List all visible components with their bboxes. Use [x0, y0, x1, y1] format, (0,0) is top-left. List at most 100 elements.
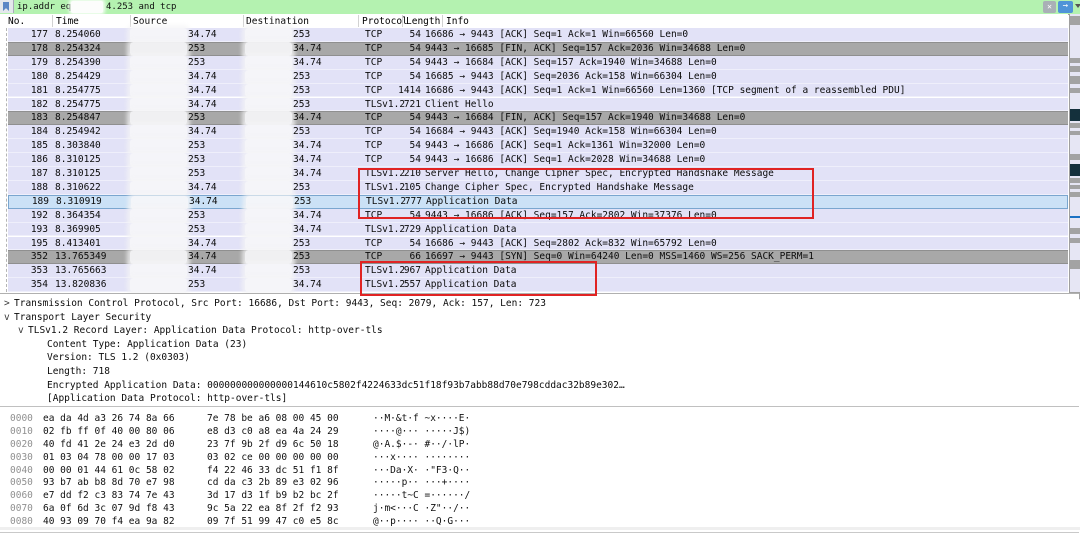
packet-no: 180	[8, 70, 48, 84]
column-header-time[interactable]: Time	[56, 15, 79, 28]
packet-no: 352	[8, 250, 48, 264]
detail-row[interactable]: vTLSv1.2 Record Layer: Application Data …	[0, 324, 1079, 338]
packet-info: 16686 → 9443 [ACK] Seq=1 Ack=1 Win=66560…	[425, 28, 688, 42]
packet-info: Application Data	[426, 196, 518, 208]
hex-offset: 0030	[10, 452, 33, 465]
packet-row[interactable]: 1828.25477534.74253TLSv1.2721Client Hell…	[8, 98, 1068, 112]
destination-redaction-box	[246, 196, 293, 210]
packet-info: 9443 → 16686 [ACK] Seq=157 Ack=2802 Win=…	[425, 209, 717, 223]
packet-row[interactable]: 35313.76566334.74253TLSv1.2967Applicatio…	[8, 264, 1068, 278]
packet-row[interactable]: 1788.25432425334.74TCP549443 → 16685 [FI…	[8, 42, 1068, 56]
filter-clear-button[interactable]: ✕	[1043, 1, 1056, 13]
hex-bytes-left: ea da 4d a3 26 74 8a 66	[43, 413, 175, 426]
scrollbar-packet-stripe	[1070, 192, 1080, 197]
filter-text-prefix[interactable]: ip.addr eq	[17, 1, 71, 13]
detail-row[interactable]: >Transmission Control Protocol, Src Port…	[0, 297, 1079, 311]
hex-ascii: j·m<···C ·Z"··/··	[373, 503, 470, 516]
packet-row[interactable]: 35213.76534934.74253TCP6616697 → 9443 [S…	[8, 250, 1068, 264]
packet-row[interactable]: 1888.31062234.74253TLSv1.2105Change Ciph…	[8, 181, 1068, 195]
packet-protocol: TCP	[365, 70, 382, 84]
detail-row[interactable]: vTransport Layer Security	[0, 311, 1079, 325]
hex-bytes-right: 9c 5a 22 ea 8f 2f f2 93	[207, 503, 339, 516]
packet-no: 187	[8, 167, 48, 181]
hex-offset: 0040	[10, 465, 33, 478]
scrollbar-packet-stripe	[1070, 76, 1080, 84]
filter-dropdown-caret-icon[interactable]	[1075, 4, 1080, 8]
hex-ascii: @·A.$·-· #··/·lP·	[373, 439, 470, 452]
packet-no: 182	[8, 98, 48, 112]
detail-row[interactable]: Version: TLS 1.2 (0x0303)	[0, 351, 1079, 365]
column-header-info[interactable]: Info	[446, 15, 469, 28]
hex-offset: 0060	[10, 490, 33, 503]
column-header-length[interactable]: Length	[406, 15, 440, 28]
column-header-source[interactable]: Source	[133, 15, 167, 28]
packet-row[interactable]: 1798.25439025334.74TCP549443 → 16684 [AC…	[8, 56, 1068, 70]
scrollbar-packet-stripe	[1070, 66, 1080, 72]
packet-time: 8.254775	[55, 84, 101, 98]
packet-no: 177	[8, 28, 48, 42]
column-header-protocol[interactable]: Protocol	[362, 15, 408, 28]
packet-row[interactable]: 1958.41340134.74253TCP5416686 → 9443 [AC…	[8, 237, 1068, 251]
packet-row[interactable]: 1938.36990525334.74TLSv1.2729Application…	[8, 223, 1068, 237]
packet-destination: 253	[293, 237, 310, 251]
packet-destination: 253	[293, 28, 310, 42]
hex-row[interactable]: 004000 00 01 44 61 0c 58 02f4 22 46 33 d…	[0, 465, 1079, 478]
detail-row[interactable]: Encrypted Application Data: 000000000000…	[0, 379, 1079, 393]
packet-row[interactable]: 1838.25484725334.74TCP549443 → 16684 [FI…	[8, 111, 1068, 125]
packet-row[interactable]: 35413.82083625334.74TLSv1.2557Applicatio…	[8, 278, 1068, 292]
packet-source: 34.74	[188, 98, 217, 112]
packet-row[interactable]: 1928.36435425334.74TCP549443 → 16686 [AC…	[8, 209, 1068, 223]
packet-row[interactable]: 1778.25406034.74253TCP5416686 → 9443 [AC…	[8, 28, 1068, 42]
hex-row[interactable]: 002040 fd 41 2e 24 e3 2d d023 7f 9b 2f d…	[0, 439, 1079, 452]
detail-row[interactable]: Content Type: Application Data (23)	[0, 338, 1079, 352]
collapsed-arrow-icon[interactable]: >	[4, 297, 10, 311]
filter-bookmark-button[interactable]	[0, 0, 14, 13]
column-separator	[442, 15, 443, 27]
packet-destination: 253	[294, 196, 311, 208]
packet-row[interactable]: 1878.31012525334.74TLSv1.2210Server Hell…	[8, 167, 1068, 181]
column-separator	[130, 15, 131, 27]
destination-redaction-box	[245, 111, 292, 125]
hex-row[interactable]: 003001 03 04 78 00 00 17 0303 02 ce 00 0…	[0, 452, 1079, 465]
column-header-destination[interactable]: Destination	[246, 15, 309, 28]
hex-row[interactable]: 001002 fb ff 0f 40 00 80 06e8 d3 c0 a8 e…	[0, 426, 1079, 439]
packet-destination: 253	[293, 181, 310, 195]
related-packet-gutter	[6, 28, 7, 292]
detail-text: Content Type: Application Data (23)	[47, 338, 247, 352]
display-filter-bar[interactable]: ip.addr eq 4.253 and tcp ✕ →	[0, 0, 1080, 15]
scrollbar-packet-stripe	[1070, 88, 1080, 93]
destination-redaction-box	[245, 250, 292, 264]
packet-no: 189	[9, 196, 49, 208]
packet-row[interactable]: 1848.25494234.74253TCP5416684 → 9443 [AC…	[8, 125, 1068, 139]
packet-row[interactable]: 1858.30384025334.74TCP549443 → 16686 [AC…	[8, 139, 1068, 153]
packet-protocol: TCP	[365, 153, 382, 167]
packet-row[interactable]: 1818.25477534.74253TCP141416686 → 9443 […	[8, 84, 1068, 98]
hex-row[interactable]: 0060e7 dd f2 c3 83 74 7e 433d 17 d3 1f b…	[0, 490, 1079, 503]
detail-row[interactable]: Length: 718	[0, 365, 1079, 379]
detail-row[interactable]: [Application Data Protocol: http-over-tl…	[0, 392, 1079, 406]
packet-length: 54	[381, 153, 421, 167]
packet-time: 8.303840	[55, 139, 101, 153]
detail-text: Version: TLS 1.2 (0x0303)	[47, 351, 190, 365]
packet-protocol: TCP	[365, 237, 382, 251]
hex-row[interactable]: 005093 b7 ab b8 8d 70 e7 98cd da c3 2b 8…	[0, 477, 1079, 490]
hex-row[interactable]: 0000ea da 4d a3 26 74 8a 667e 78 be a6 0…	[0, 413, 1079, 426]
packet-length: 54	[381, 111, 421, 125]
packet-row[interactable]: 1868.31012525334.74TCP549443 → 16686 [AC…	[8, 153, 1068, 167]
packet-row[interactable]: 1808.25442934.74253TCP5416685 → 9443 [AC…	[8, 70, 1068, 84]
column-header-no[interactable]: No.	[8, 15, 25, 28]
filter-text-suffix[interactable]: 4.253 and tcp	[106, 1, 176, 13]
hex-row[interactable]: 00706a 0f 6d 3c 07 9d f8 439c 5a 22 ea 8…	[0, 503, 1079, 516]
source-redaction-box	[130, 153, 187, 167]
packet-list-scrollbar[interactable]	[1069, 14, 1080, 300]
filter-apply-button[interactable]: →	[1058, 1, 1073, 13]
packet-destination: 253	[293, 250, 310, 264]
source-redaction-box	[130, 70, 187, 84]
packet-row[interactable]: 1898.31091934.74253TLSv1.2777Application…	[8, 195, 1068, 209]
hex-bytes-left: 93 b7 ab b8 8d 70 e7 98	[43, 477, 175, 490]
packet-destination: 34.74	[293, 153, 322, 167]
expanded-arrow-icon[interactable]: v	[18, 324, 24, 338]
expanded-arrow-icon[interactable]: v	[4, 311, 10, 325]
hex-offset: 0000	[10, 413, 33, 426]
scrollbar-packet-stripe	[1070, 131, 1080, 135]
